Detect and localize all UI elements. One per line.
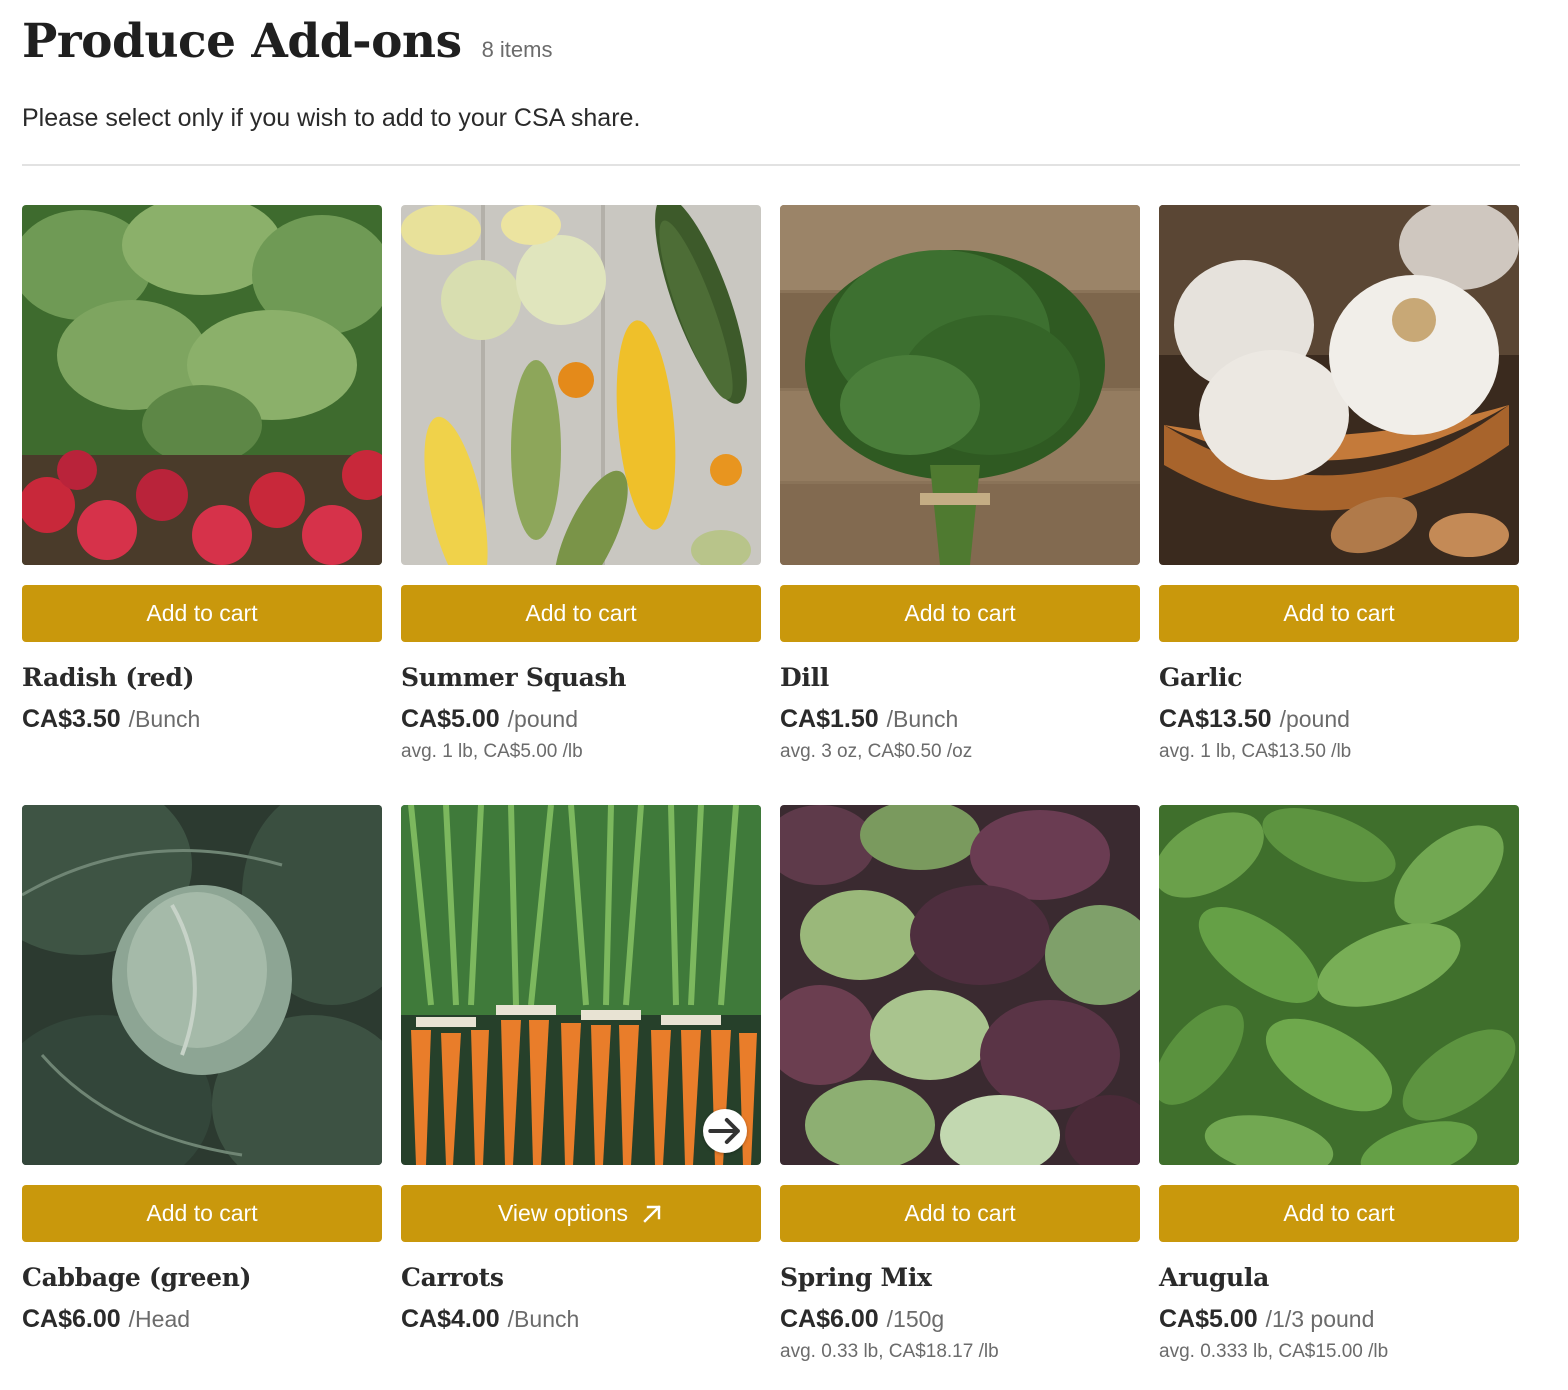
price-row: CA$13.50 /pound <box>1159 705 1350 734</box>
product-avg: avg. 1 lb, CA$5.00 /lb <box>401 741 583 762</box>
arugula-photo <box>1159 805 1519 1165</box>
product-name[interactable]: Arugula <box>1159 1263 1269 1292</box>
price-row: CA$1.50 /Bunch <box>780 705 958 734</box>
spring-mix-photo <box>780 805 1140 1165</box>
button-label: View options <box>498 1200 628 1226</box>
item-count: 8 items <box>481 37 553 62</box>
product-name[interactable]: Garlic <box>1159 663 1242 692</box>
add-to-cart-button[interactable]: Add to cart <box>22 1185 382 1242</box>
product-name[interactable]: Cabbage (green) <box>22 1263 251 1292</box>
add-to-cart-button[interactable]: Add to cart <box>1159 1185 1519 1242</box>
button-label: Add to cart <box>525 600 637 626</box>
product-price: CA$6.00 <box>22 1305 121 1333</box>
carousel-next-button[interactable] <box>703 1109 747 1153</box>
product-price: CA$5.00 <box>1159 1305 1258 1333</box>
product-name[interactable]: Spring Mix <box>780 1263 932 1292</box>
product-image-garlic[interactable] <box>1159 205 1519 565</box>
button-label: Add to cart <box>146 1200 258 1226</box>
product-name[interactable]: Carrots <box>401 1263 504 1292</box>
product-image-carrots[interactable] <box>401 805 761 1165</box>
product-card-summer-squash: Add to cart Summer Squash CA$5.00 /pound… <box>401 205 761 805</box>
button-label: Add to cart <box>1283 1200 1395 1226</box>
button-label: Add to cart <box>1283 600 1395 626</box>
arrow-right-icon <box>708 1117 740 1145</box>
product-image-arugula[interactable] <box>1159 805 1519 1165</box>
product-image-dill[interactable] <box>780 205 1140 565</box>
product-avg: avg. 0.33 lb, CA$18.17 /lb <box>780 1341 999 1362</box>
product-card-spring-mix: Add to cart Spring Mix CA$6.00 /150g avg… <box>780 805 1140 1390</box>
squash-photo <box>401 205 761 565</box>
product-price: CA$4.00 <box>401 1305 500 1333</box>
product-card-cabbage: Add to cart Cabbage (green) CA$6.00 /Hea… <box>22 805 382 1390</box>
product-grid: Add to cart Radish (red) CA$3.50 /Bunch <box>22 205 1520 1390</box>
price-row: CA$6.00 /150g <box>780 1305 944 1334</box>
product-image-summer-squash[interactable] <box>401 205 761 565</box>
product-unit: /Bunch <box>886 706 959 732</box>
add-to-cart-button[interactable]: Add to cart <box>780 1185 1140 1242</box>
product-image-radish[interactable] <box>22 205 382 565</box>
price-row: CA$4.00 /Bunch <box>401 1305 579 1334</box>
add-to-cart-button[interactable]: Add to cart <box>1159 585 1519 642</box>
product-card-carrots: View options Carrots CA$4.00 /Bunch <box>401 805 761 1390</box>
add-to-cart-button[interactable]: Add to cart <box>780 585 1140 642</box>
product-unit: /Bunch <box>507 1306 580 1332</box>
button-label: Add to cart <box>904 1200 1016 1226</box>
product-price: CA$5.00 <box>401 705 500 733</box>
page-subtitle: Please select only if you wish to add to… <box>22 104 641 132</box>
view-options-button[interactable]: View options <box>401 1185 761 1242</box>
product-unit: /Head <box>128 1306 191 1332</box>
product-name[interactable]: Summer Squash <box>401 663 626 692</box>
product-unit: /150g <box>886 1306 945 1332</box>
cabbage-photo <box>22 805 382 1165</box>
price-row: CA$6.00 /Head <box>22 1305 190 1334</box>
page-header: Produce Add-ons 8 items <box>22 14 552 69</box>
page-title: Produce Add-ons <box>22 14 462 69</box>
product-card-radish: Add to cart Radish (red) CA$3.50 /Bunch <box>22 205 382 805</box>
external-arrow-icon <box>640 1202 664 1226</box>
product-card-dill: Add to cart Dill CA$1.50 /Bunch avg. 3 o… <box>780 205 1140 805</box>
button-label: Add to cart <box>146 600 258 626</box>
product-avg: avg. 0.333 lb, CA$15.00 /lb <box>1159 1341 1389 1362</box>
product-avg: avg. 3 oz, CA$0.50 /oz <box>780 741 973 762</box>
price-row: CA$3.50 /Bunch <box>22 705 200 734</box>
product-card-garlic: Add to cart Garlic CA$13.50 /pound avg. … <box>1159 205 1519 805</box>
product-name[interactable]: Radish (red) <box>22 663 194 692</box>
product-name[interactable]: Dill <box>780 663 829 692</box>
price-row: CA$5.00 /pound <box>401 705 578 734</box>
product-unit: /1/3 pound <box>1265 1306 1375 1332</box>
add-to-cart-button[interactable]: Add to cart <box>401 585 761 642</box>
product-price: CA$3.50 <box>22 705 121 733</box>
product-card-arugula: Add to cart Arugula CA$5.00 /1/3 pound a… <box>1159 805 1519 1390</box>
product-image-cabbage[interactable] <box>22 805 382 1165</box>
button-label: Add to cart <box>904 600 1016 626</box>
product-unit: /pound <box>507 706 579 732</box>
product-avg: avg. 1 lb, CA$13.50 /lb <box>1159 741 1352 762</box>
product-unit: /pound <box>1279 706 1350 732</box>
product-price: CA$1.50 <box>780 705 879 733</box>
add-to-cart-button[interactable]: Add to cart <box>22 585 382 642</box>
dill-photo <box>780 205 1140 565</box>
price-row: CA$5.00 /1/3 pound <box>1159 1305 1374 1334</box>
product-price: CA$6.00 <box>780 1305 879 1333</box>
divider <box>22 164 1520 166</box>
product-unit: /Bunch <box>128 706 201 732</box>
product-image-spring-mix[interactable] <box>780 805 1140 1165</box>
product-price: CA$13.50 <box>1159 705 1272 733</box>
garlic-photo <box>1159 205 1519 565</box>
radish-photo <box>22 205 382 565</box>
